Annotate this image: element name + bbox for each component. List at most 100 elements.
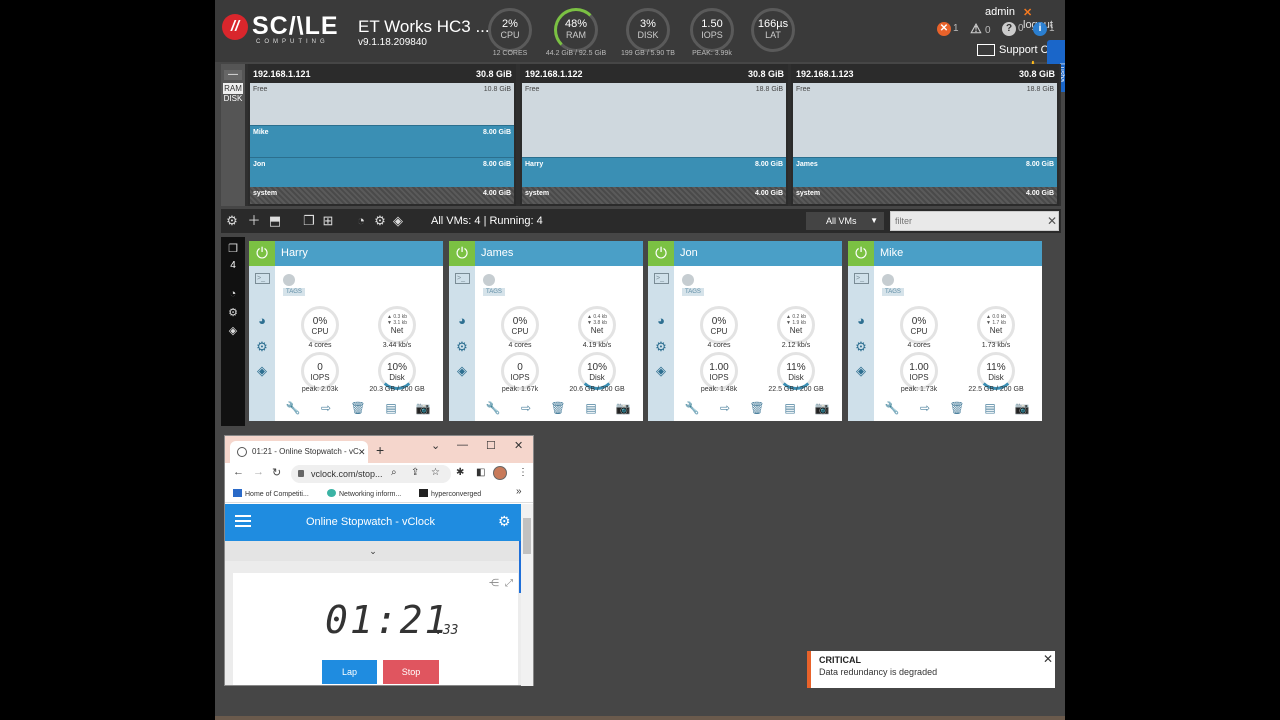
forward-icon[interactable]: → <box>253 466 264 478</box>
vm-segment[interactable]: Jon 8.00 GiB <box>250 157 514 187</box>
console-icon[interactable]: >_ <box>854 273 869 284</box>
bookmark-item[interactable]: Networking inform... <box>327 489 401 498</box>
node-card[interactable]: 192.168.1.122 30.8 GiB Free 18.8 GiB Har… <box>520 64 788 206</box>
share-icon[interactable]: ⇪ <box>411 467 419 478</box>
support-chat-link[interactable]: Support Ch <box>977 44 1055 57</box>
wrench-icon[interactable]: 🔧 <box>884 401 900 415</box>
console-icon[interactable]: >_ <box>455 273 470 284</box>
vm-segment[interactable]: James 8.00 GiB <box>793 157 1057 187</box>
clone-icon[interactable]: ▤ <box>982 401 998 415</box>
snapshot-icon[interactable]: 📷 <box>1014 401 1030 415</box>
browser-tab[interactable]: 01:21 - Online Stopwatch - vC ✕ <box>230 441 368 463</box>
layers-icon[interactable]: ◈ <box>853 363 869 379</box>
gear-icon[interactable]: ⚙ <box>254 339 270 355</box>
add-vm-icon[interactable]: ＋ <box>246 213 262 229</box>
tag-icon[interactable] <box>882 274 894 286</box>
vm-segment[interactable]: Harry 8.00 GiB <box>522 157 786 187</box>
move-icon[interactable]: ⇨ <box>915 401 935 415</box>
wrench-icon[interactable]: 🔧 <box>684 401 700 415</box>
fullscreen-icon[interactable]: ⤢ <box>505 578 513 589</box>
stop-button[interactable]: Stop <box>383 660 439 684</box>
layers-icon[interactable]: ◈ <box>653 363 669 379</box>
hamburger-menu-icon[interactable] <box>235 515 251 527</box>
scrollbar-thumb[interactable] <box>523 518 531 554</box>
power-icon[interactable]: ⏻ <box>249 241 275 266</box>
url-field[interactable]: vclock.com/stop... <box>291 465 451 483</box>
user-name[interactable]: admin <box>985 6 1015 18</box>
scale-logo[interactable]: // SC/\LE COMPUTING <box>222 10 338 46</box>
vm-name[interactable]: Harry <box>281 247 308 259</box>
sidepanel-icon[interactable]: ◧ <box>476 467 485 478</box>
expand-all-icon[interactable]: ⊞ <box>320 213 336 229</box>
minimize-icon[interactable]: — <box>457 439 468 451</box>
cluster-name[interactable]: ET Works HC3 ... <box>358 17 490 37</box>
import-icon[interactable]: ⬒ <box>267 213 283 229</box>
dashboard-icon[interactable]: ◕ <box>454 313 470 329</box>
dashboard-icon[interactable]: ◕ <box>853 313 869 329</box>
maximize-icon[interactable]: ☐ <box>486 439 496 452</box>
bookmark-item[interactable]: hyperconverged <box>419 489 481 498</box>
layers-icon[interactable]: ◈ <box>226 324 240 337</box>
vm-name[interactable]: James <box>481 247 513 259</box>
power-icon[interactable]: ⏻ <box>648 241 674 266</box>
node-card[interactable]: 192.168.1.123 30.8 GiB Free 18.8 GiB Jam… <box>791 64 1059 206</box>
wrench-icon[interactable]: 🔧 <box>485 401 501 415</box>
console-icon[interactable]: >_ <box>255 273 270 284</box>
new-tab-icon[interactable]: + <box>376 442 384 458</box>
trash-icon[interactable]: 🗑 <box>949 401 965 415</box>
tags-label[interactable]: TAGS <box>283 288 305 296</box>
power-icon[interactable]: ⏻ <box>848 241 874 266</box>
more-bookmarks[interactable]: » <box>516 486 522 497</box>
collapse-button[interactable]: — <box>224 70 242 80</box>
tag-icon[interactable] <box>483 274 495 286</box>
tags-label[interactable]: TAGS <box>882 288 904 296</box>
critical-alerts[interactable]: ✕ 1 <box>937 22 959 36</box>
bookmark-star-icon[interactable]: ☆ <box>431 467 440 478</box>
node-card[interactable]: 192.168.1.121 30.8 GiB Free 10.8 GiB Mik… <box>248 64 516 206</box>
clone-icon[interactable]: ▤ <box>383 401 399 415</box>
dashboard-icon[interactable]: ◔ <box>226 288 240 300</box>
snapshot-icon[interactable]: 📷 <box>814 401 830 415</box>
back-icon[interactable]: ← <box>233 466 244 478</box>
console-icon[interactable]: >_ <box>654 273 669 284</box>
vm-group-icon[interactable]: ❐ <box>226 242 240 255</box>
layers-icon[interactable]: ◈ <box>390 213 406 229</box>
dashboard-icon[interactable]: ◕ <box>653 313 669 329</box>
gear-icon[interactable]: ⚙ <box>372 213 388 229</box>
menu-kebab-icon[interactable]: ⋮ <box>518 467 528 478</box>
share-icon[interactable]: ⋲ <box>489 578 499 589</box>
move-icon[interactable]: ⇨ <box>316 401 336 415</box>
move-icon[interactable]: ⇨ <box>715 401 735 415</box>
vm-card-james[interactable]: ⏻ James >_ ◕ ⚙ ◈ TAGS 0% CPU 4 cores ▲ 0… <box>449 241 643 421</box>
expand-strip[interactable]: ⌄ <box>225 541 521 561</box>
trash-icon[interactable]: 🗑 <box>749 401 765 415</box>
vm-card-jon[interactable]: ⏻ Jon >_ ◕ ⚙ ◈ TAGS 0% CPU 4 cores ▲ 0.2… <box>648 241 842 421</box>
collapse-all-icon[interactable]: ❐ <box>301 213 317 229</box>
extensions-icon[interactable]: ✱ <box>456 467 464 478</box>
trash-icon[interactable]: 🗑 <box>550 401 566 415</box>
reload-icon[interactable]: ↻ <box>272 466 281 479</box>
settings-icon[interactable]: ⚙ <box>224 213 240 229</box>
vm-segment[interactable]: Mike 8.00 GiB <box>250 125 514 157</box>
snapshot-icon[interactable]: 📷 <box>415 401 431 415</box>
vm-filter-select[interactable]: All VMs ▼ <box>806 212 884 230</box>
gear-icon[interactable]: ⚙ <box>853 339 869 355</box>
dashboard-icon[interactable]: ◔ <box>353 213 369 229</box>
profile-avatar[interactable] <box>493 466 507 480</box>
tags-label[interactable]: TAGS <box>483 288 505 296</box>
tab-list-icon[interactable]: ⌄ <box>431 439 440 452</box>
scrollbar[interactable] <box>521 504 533 686</box>
clone-icon[interactable]: ▤ <box>583 401 599 415</box>
clone-icon[interactable]: ▤ <box>782 401 798 415</box>
gear-icon[interactable]: ⚙ <box>226 306 240 319</box>
tags-label[interactable]: TAGS <box>682 288 704 296</box>
zoom-icon[interactable]: ⌕ <box>391 467 397 478</box>
ram-toggle[interactable]: RAM <box>223 83 243 94</box>
info-alerts[interactable]: i1 <box>1033 22 1055 36</box>
vm-card-harry[interactable]: ⏻ Harry >_ ◕ ⚙ ◈ TAGS 0% CPU 4 cores ▲ 0… <box>249 241 443 421</box>
close-tab-icon[interactable]: ✕ <box>358 441 366 463</box>
vm-name[interactable]: Jon <box>680 247 698 259</box>
lap-button[interactable]: Lap <box>322 660 377 684</box>
layers-icon[interactable]: ◈ <box>254 363 270 379</box>
disk-toggle[interactable]: DISK <box>222 94 244 103</box>
